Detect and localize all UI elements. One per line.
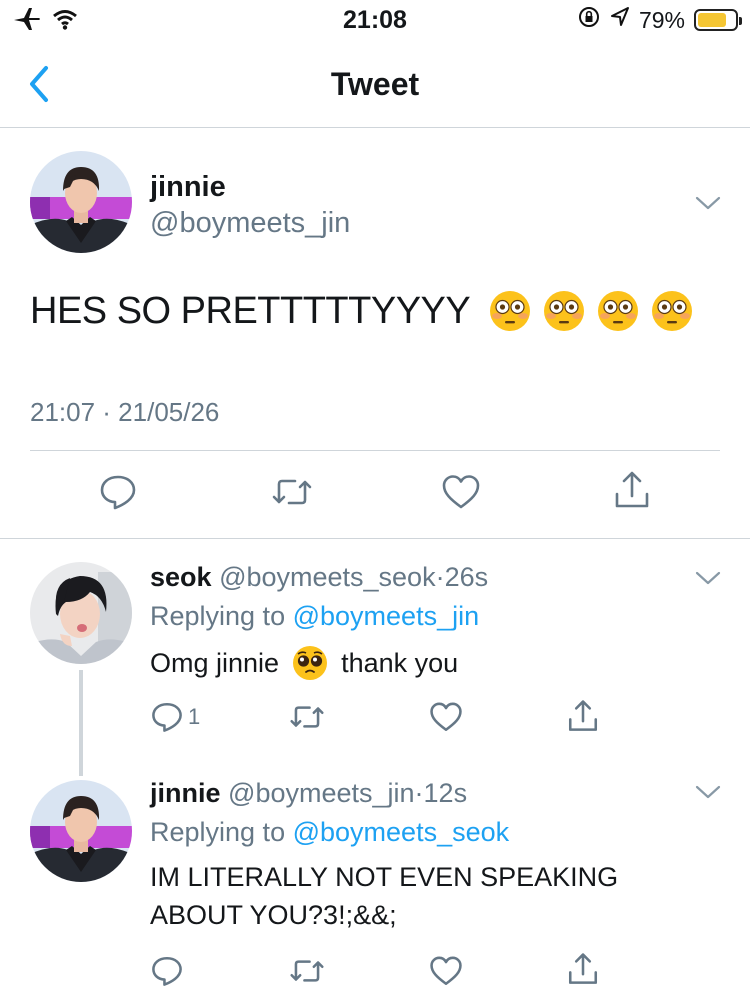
like-icon	[442, 475, 480, 509]
flushed-face-emoji	[598, 291, 639, 331]
battery-percent: 79%	[638, 6, 685, 33]
separator-dot: ·	[435, 562, 445, 592]
replying-to-link[interactable]: @boymeets_jin	[293, 601, 480, 631]
author-handle[interactable]: @boymeets_seok	[219, 562, 436, 592]
share-icon	[568, 700, 598, 731]
replying-to: Replying to @boymeets_seok	[150, 817, 509, 848]
tweet-actions	[0, 471, 750, 516]
nav-bar: Tweet	[0, 44, 750, 128]
battery-fill	[698, 13, 727, 27]
share-icon	[568, 953, 598, 984]
reply-header: seok @boymeets_seok·26s	[150, 562, 488, 593]
author-name[interactable]: seok	[150, 562, 212, 592]
author-handle[interactable]: @boymeets_jin	[228, 778, 415, 808]
reply-button[interactable]: 1	[150, 700, 200, 734]
reply-text: IM LITERALLY NOT EVEN SPEAKING ABOUT YOU…	[150, 858, 618, 934]
avatar[interactable]	[30, 562, 132, 664]
chevron-down-icon[interactable]	[694, 570, 722, 586]
reply-button[interactable]	[150, 954, 184, 988]
share-button[interactable]	[566, 950, 600, 988]
author-name[interactable]: jinnie	[150, 778, 221, 808]
divider	[30, 450, 720, 451]
reply-text: Omg jinnie thank you	[150, 644, 458, 682]
reply-text-part2: thank you	[341, 648, 459, 678]
reply-icon	[100, 475, 136, 510]
like-icon	[430, 956, 462, 986]
retweet-button[interactable]	[270, 472, 314, 512]
reply-icon	[152, 956, 182, 986]
reply-button[interactable]	[98, 472, 138, 512]
share-icon	[615, 471, 649, 508]
tweet-emoji	[488, 289, 694, 333]
author-handle[interactable]: @boymeets_jin	[150, 207, 350, 240]
status-right: 79%	[577, 5, 742, 35]
reply-text-line2: ABOUT YOU?3!;&&;	[150, 900, 397, 930]
retweet-icon	[290, 706, 324, 728]
retweet-button[interactable]	[288, 954, 326, 988]
avatar[interactable]	[30, 780, 132, 882]
retweet-icon	[272, 479, 312, 505]
replying-to-link[interactable]: @boymeets_seok	[293, 817, 510, 847]
location-icon	[610, 6, 630, 34]
reply-text-part1: Omg jinnie	[150, 648, 280, 678]
share-button[interactable]	[566, 697, 600, 735]
retweet-button[interactable]	[288, 700, 326, 734]
reply-count: 1	[188, 704, 201, 729]
tweet-text-body: HES SO PRETTTTTYYYY	[30, 289, 471, 332]
battery-icon	[694, 9, 742, 31]
main-tweet: jinnie @boymeets_jin HES SO PRETTTTTYYYY…	[0, 129, 750, 539]
reply-tweet[interactable]: jinnie @boymeets_jin·12s Replying to @bo…	[0, 770, 750, 1001]
replying-to: Replying to @boymeets_jin	[150, 601, 479, 632]
pleading-face-emoji	[293, 646, 328, 680]
retweet-icon	[290, 960, 324, 982]
avatar[interactable]	[30, 151, 132, 253]
like-button[interactable]	[428, 700, 464, 734]
reply-tweet[interactable]: seok @boymeets_seok·26s Replying to @boy…	[0, 540, 750, 770]
flushed-face-emoji	[544, 291, 585, 331]
orientation-lock-icon	[577, 5, 601, 35]
author-name[interactable]: jinnie	[150, 171, 226, 204]
relative-time[interactable]: 12s	[424, 778, 468, 808]
replying-to-prefix: Replying to	[150, 601, 286, 631]
like-button[interactable]	[428, 954, 464, 988]
tweet-timestamp: 21:07 · 21/05/26	[30, 397, 220, 427]
reply-icon	[152, 702, 182, 732]
relative-time[interactable]: 26s	[445, 562, 489, 592]
like-button[interactable]	[440, 472, 482, 512]
separator-dot: ·	[414, 778, 424, 808]
share-button[interactable]	[612, 468, 652, 512]
chevron-down-icon[interactable]	[694, 195, 722, 211]
tweet-text: HES SO PRETTTTTYYYY	[30, 289, 694, 333]
page-title: Tweet	[330, 66, 420, 102]
reply-header: jinnie @boymeets_jin·12s	[150, 778, 467, 809]
flushed-face-emoji	[490, 291, 531, 331]
chevron-down-icon[interactable]	[694, 784, 722, 800]
flushed-face-emoji	[652, 291, 693, 331]
replying-to-prefix: Replying to	[150, 817, 286, 847]
reply-text-line1: IM LITERALLY NOT EVEN SPEAKING	[150, 862, 619, 892]
status-bar: 21:08 79%	[0, 0, 750, 40]
like-icon	[430, 702, 462, 732]
